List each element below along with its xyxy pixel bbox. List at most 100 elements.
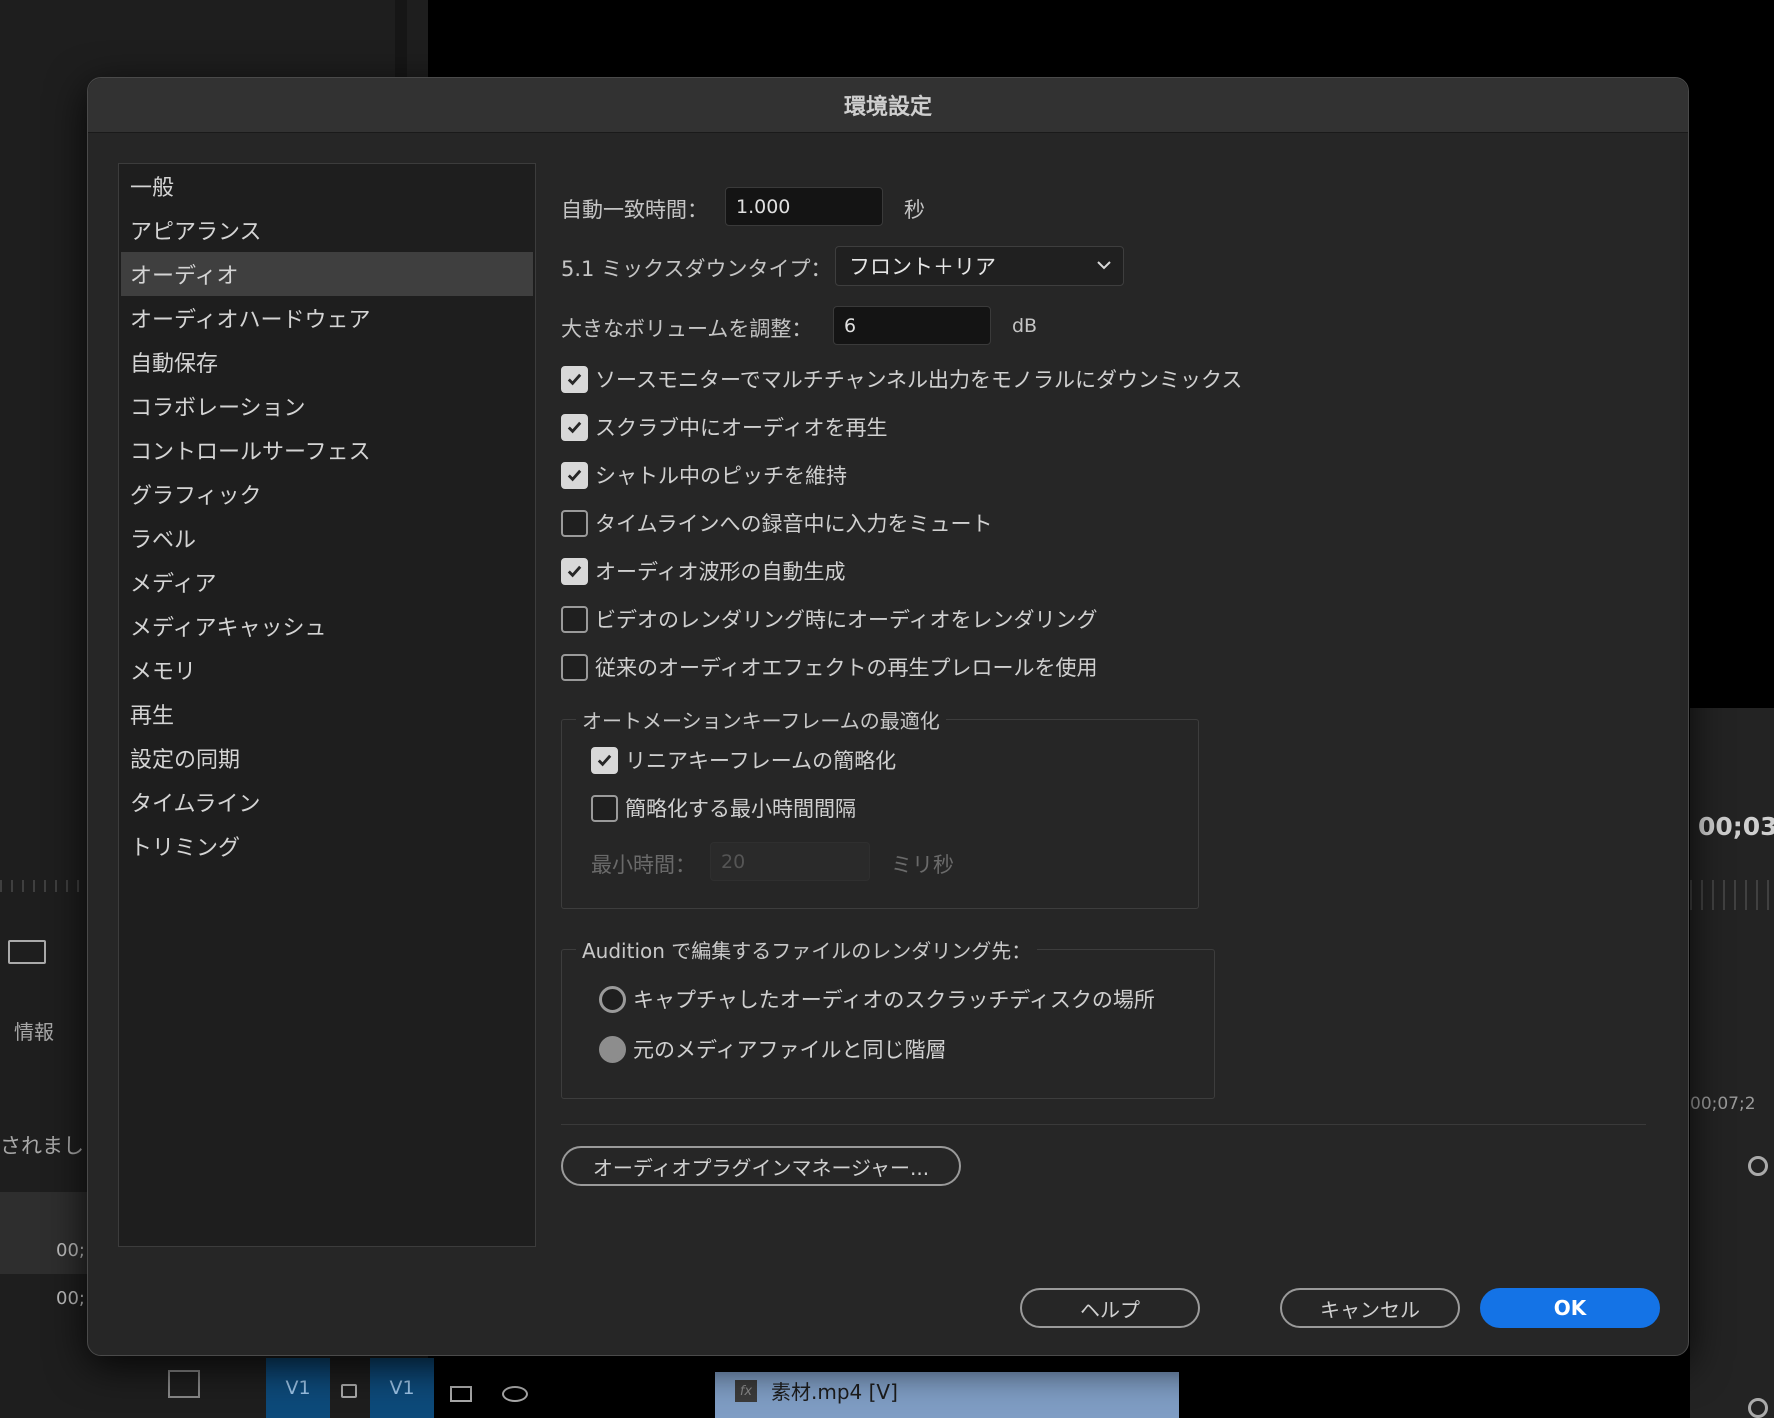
automatch-input[interactable]: 1.000 [725, 187, 883, 226]
sidebar-item-appearance[interactable]: アピアランス [121, 208, 533, 252]
track-v1-target[interactable]: V1 [370, 1358, 434, 1418]
checkbox-label: リニアキーフレームの簡略化 [625, 749, 897, 773]
audio-plugin-manager-button[interactable]: オーディオプラグインマネージャー... [561, 1146, 961, 1186]
min-time-input[interactable]: 20 [710, 842, 870, 881]
checkbox-label: 従来のオーディオエフェクトの再生プレロールを使用 [595, 656, 1098, 680]
sidebar-item-labels[interactable]: ラベル [121, 516, 533, 560]
checkbox-box[interactable] [561, 653, 588, 681]
checkbox-linear-keyframe[interactable]: リニアキーフレームの簡略化 [591, 745, 896, 775]
sidebar-item-playback[interactable]: 再生 [121, 692, 533, 736]
help-button[interactable]: ヘルプ [1020, 1288, 1200, 1328]
checkbox-mute-input[interactable]: タイムラインへの録音中に入力をミュート [561, 508, 993, 538]
checkbox-label: ビデオのレンダリング時にオーディオをレンダリング [595, 608, 1098, 632]
mixdown-label: 5.1 ミックスダウンタイプ： [561, 257, 832, 281]
sidebar-item-audio-hardware[interactable]: オーディオハードウェア [121, 296, 533, 340]
min-time-unit: ミリ秒 [891, 853, 954, 877]
radio-label: 元のメディアファイルと同じ階層 [633, 1038, 947, 1062]
checkbox-auto-waveform[interactable]: オーディオ波形の自動生成 [561, 556, 846, 586]
checkbox-box[interactable] [561, 557, 588, 585]
eye-icon[interactable] [502, 1386, 528, 1402]
check-icon [567, 421, 582, 433]
row1-time: 00; [56, 1240, 85, 1261]
section-divider [561, 1124, 1646, 1125]
check-icon [597, 754, 612, 766]
panel-label-info: 情報 [14, 1020, 54, 1044]
sidebar-item-control-surface[interactable]: コントロールサーフェス [121, 428, 533, 472]
sidebar-item-general[interactable]: 一般 [121, 164, 533, 208]
checkbox-min-interval[interactable]: 簡略化する最小時間間隔 [591, 793, 856, 823]
lock-icon[interactable] [341, 1384, 357, 1398]
cancel-button[interactable]: キャンセル [1280, 1288, 1460, 1328]
checkbox-render-audio[interactable]: ビデオのレンダリング時にオーディオをレンダリング [561, 604, 1098, 634]
timecode-lower: 00;07;2 [1690, 1094, 1756, 1114]
scroll-handle-icon[interactable] [1748, 1156, 1768, 1176]
volume-input[interactable]: 6 [833, 306, 991, 345]
automatch-label: 自動一致時間： [561, 198, 708, 222]
track-v1-source[interactable]: V1 [266, 1358, 330, 1418]
selected-row [0, 1192, 87, 1274]
radio-scratch-disk[interactable]: キャプチャしたオーディオのスクラッチディスクの場所 [599, 984, 1155, 1014]
checkbox-label: オーディオ波形の自動生成 [595, 560, 846, 584]
radio-same-folder[interactable]: 元のメディアファイルと同じ階層 [599, 1034, 947, 1064]
checkbox-box[interactable] [591, 794, 618, 822]
checkbox-label: 簡略化する最小時間間隔 [625, 797, 856, 821]
clip-name: 素材.mp4 [V] [771, 1380, 898, 1404]
timeline-clip[interactable]: fx 素材.mp4 [V] [715, 1372, 1179, 1418]
sync-icon[interactable] [8, 940, 46, 964]
checkbox-label: ソースモニターでマルチチャンネル出力をモノラルにダウンミックス [595, 368, 1243, 392]
chevron-down-icon [1097, 261, 1111, 270]
sidebar-item-trimming[interactable]: トリミング [121, 824, 533, 868]
ok-button[interactable]: OK [1480, 1288, 1660, 1328]
min-time-label: 最小時間： [591, 853, 696, 877]
timecode-right: 00;03; [1698, 812, 1774, 841]
checkbox-box[interactable] [561, 605, 588, 633]
dialog-title: 環境設定 [88, 78, 1688, 133]
checkbox-box[interactable] [561, 509, 588, 537]
preferences-dialog: 環境設定 一般 アピアランス オーディオ オーディオハードウェア 自動保存 コラ… [87, 77, 1689, 1356]
sidebar-item-audio[interactable]: オーディオ [121, 252, 533, 296]
sidebar-item-media-cache[interactable]: メディアキャッシュ [121, 604, 533, 648]
sidebar-item-timeline[interactable]: タイムライン [121, 780, 533, 824]
checkbox-downmix-mono[interactable]: ソースモニターでマルチチャンネル出力をモノラルにダウンミックス [561, 364, 1242, 394]
checkbox-box[interactable] [591, 746, 618, 774]
radio-circle[interactable] [599, 985, 626, 1013]
sidebar-item-memory[interactable]: メモリ [121, 648, 533, 692]
right-ruler [1690, 880, 1774, 910]
volume-unit: dB [1012, 315, 1038, 337]
check-icon [567, 565, 582, 577]
sync-lock-icon[interactable] [450, 1386, 472, 1402]
panel-label-status: されまし [0, 1134, 84, 1158]
checkbox-label: シャトル中のピッチを維持 [595, 464, 847, 488]
sidebar-item-autosave[interactable]: 自動保存 [121, 340, 533, 384]
radio-label: キャプチャしたオーディオのスクラッチディスクの場所 [633, 988, 1155, 1012]
left-panel-divider [395, 0, 407, 80]
check-icon [567, 469, 582, 481]
checkbox-box[interactable] [561, 461, 588, 489]
checkbox-box[interactable] [561, 365, 588, 393]
checkbox-scrub-audio[interactable]: スクラブ中にオーディオを再生 [561, 412, 888, 442]
left-ruler [0, 880, 87, 892]
clip-fx-badge: fx [735, 1380, 757, 1402]
mixdown-value: フロント＋リア [849, 255, 996, 279]
row2-time: 00; [56, 1288, 85, 1309]
automatch-unit: 秒 [904, 198, 925, 222]
automation-group-title: オートメーションキーフレームの最適化 [576, 705, 946, 734]
checkbox-legacy-preroll[interactable]: 従来のオーディオエフェクトの再生プレロールを使用 [561, 652, 1098, 682]
check-icon [567, 373, 582, 385]
mixdown-select[interactable]: フロント＋リア [835, 246, 1124, 286]
sidebar-item-collaboration[interactable]: コラボレーション [121, 384, 533, 428]
checkbox-label: スクラブ中にオーディオを再生 [595, 416, 888, 440]
checkbox-box[interactable] [561, 413, 588, 441]
preferences-sidebar: 一般 アピアランス オーディオ オーディオハードウェア 自動保存 コラボレーショ… [118, 163, 536, 1247]
sidebar-item-media[interactable]: メディア [121, 560, 533, 604]
scroll-handle-bottom-icon[interactable] [1748, 1398, 1768, 1418]
sidebar-item-graphics[interactable]: グラフィック [121, 472, 533, 516]
checkbox-shuttle-pitch[interactable]: シャトル中のピッチを維持 [561, 460, 847, 490]
checkbox-label: タイムラインへの録音中に入力をミュート [595, 512, 993, 536]
sidebar-item-sync-settings[interactable]: 設定の同期 [121, 736, 533, 780]
audition-group-title: Audition で編集するファイルのレンダリング先： [576, 935, 1038, 964]
volume-label: 大きなボリュームを調整： [561, 317, 813, 341]
audition-render-group [561, 949, 1215, 1099]
track-thumbnail-icon [168, 1370, 200, 1398]
radio-circle[interactable] [599, 1035, 626, 1063]
